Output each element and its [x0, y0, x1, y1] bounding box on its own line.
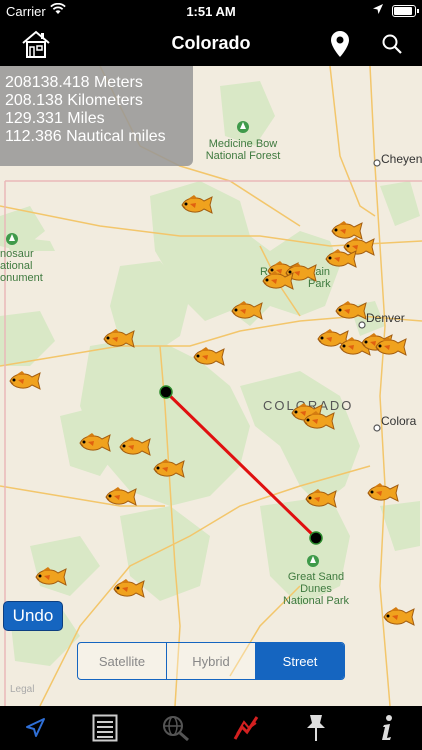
location-pin-button[interactable] [322, 26, 358, 62]
fish-marker-icon[interactable] [226, 300, 264, 322]
fish-marker-icon[interactable] [4, 370, 42, 392]
status-time: 1:51 AM [186, 4, 236, 19]
map-pin-icon [331, 31, 349, 57]
info-icon [381, 715, 392, 740]
park-label-great-sand-dunes: Great Sand Dunes National Park [276, 571, 356, 607]
tab-pin[interactable] [296, 708, 336, 748]
bottom-toolbar [0, 706, 422, 750]
park-label-line: Medicine Bow [208, 138, 278, 150]
page-title: Colorado [171, 33, 251, 53]
tab-measure[interactable] [226, 708, 266, 748]
city-label-denver: Denver [366, 311, 405, 325]
measure-icon [233, 716, 259, 740]
map-type-hybrid[interactable]: Hybrid [167, 643, 256, 679]
map-view[interactable]: Medicine Bow National Forest nosaur atio… [0, 66, 422, 706]
fish-marker-icon[interactable] [320, 248, 358, 270]
legal-link[interactable]: Legal [10, 684, 34, 695]
undo-button[interactable]: Undo [3, 601, 63, 631]
battery-fill [394, 7, 412, 15]
fish-marker-icon[interactable] [378, 606, 416, 628]
park-label-line: ational [0, 260, 33, 272]
status-bar: Carrier 1:51 AM [0, 0, 422, 22]
fish-marker-icon[interactable] [330, 300, 368, 322]
fish-marker-icon[interactable] [108, 578, 146, 600]
navigation-bar: Colorado [0, 22, 422, 66]
park-label-medicine-bow: Medicine Bow National Forest [203, 138, 283, 162]
battery-icon [392, 5, 419, 17]
distance-readout: 208138.418 Meters 208.138 Kilometers 129… [0, 66, 193, 166]
map-type-satellite[interactable]: Satellite [78, 643, 167, 679]
distance-meters: 208138.418 Meters [5, 74, 143, 91]
park-label-dinosaur: nosaur ational onument [0, 248, 43, 284]
distance-nautical-miles: 112.386 Nautical miles [5, 128, 166, 145]
navigate-icon [26, 718, 46, 737]
app-screen: Carrier 1:51 AM Colorado Medicine Bow Na… [0, 0, 422, 750]
park-label-line: National Park [282, 595, 350, 607]
pushpin-icon [307, 715, 326, 741]
fish-marker-icon[interactable] [74, 432, 112, 454]
fish-marker-icon[interactable] [188, 346, 226, 368]
fish-marker-icon[interactable] [100, 486, 138, 508]
fish-marker-icon[interactable] [257, 270, 295, 292]
park-label-line: Dunes [300, 583, 332, 595]
fish-marker-icon[interactable] [362, 482, 400, 504]
distance-kilometers: 208.138 Kilometers [5, 92, 143, 109]
city-label-colorado-springs: Colora [381, 414, 417, 428]
tab-list[interactable] [85, 708, 125, 748]
fish-marker-icon[interactable] [148, 458, 186, 480]
fish-marker-icon[interactable] [114, 436, 152, 458]
list-icon [92, 714, 118, 742]
map-type-selector: Satellite Hybrid Street [77, 642, 345, 680]
city-label-cheyenne: Cheyenn [381, 152, 422, 166]
park-label-line: onument [0, 272, 43, 284]
location-arrow-icon [372, 3, 384, 18]
fish-marker-icon[interactable] [298, 410, 336, 432]
park-label-line: National Forest [205, 150, 281, 162]
fish-marker-icon[interactable] [300, 488, 338, 510]
fish-marker-icon[interactable] [370, 336, 408, 358]
globe-search-icon [162, 716, 189, 742]
search-button[interactable] [374, 26, 410, 62]
search-icon [382, 34, 402, 54]
map-type-street[interactable]: Street [256, 643, 344, 679]
park-label-line: Great Sand [287, 571, 345, 583]
distance-miles: 129.331 Miles [5, 110, 105, 127]
fish-marker-icon[interactable] [176, 194, 214, 216]
tab-navigate[interactable] [15, 708, 55, 748]
tab-info[interactable] [367, 708, 407, 748]
tab-globe-search[interactable] [156, 708, 196, 748]
fish-marker-icon[interactable] [30, 566, 68, 588]
fish-marker-icon[interactable] [98, 328, 136, 350]
park-label-line: nosaur [0, 248, 34, 260]
